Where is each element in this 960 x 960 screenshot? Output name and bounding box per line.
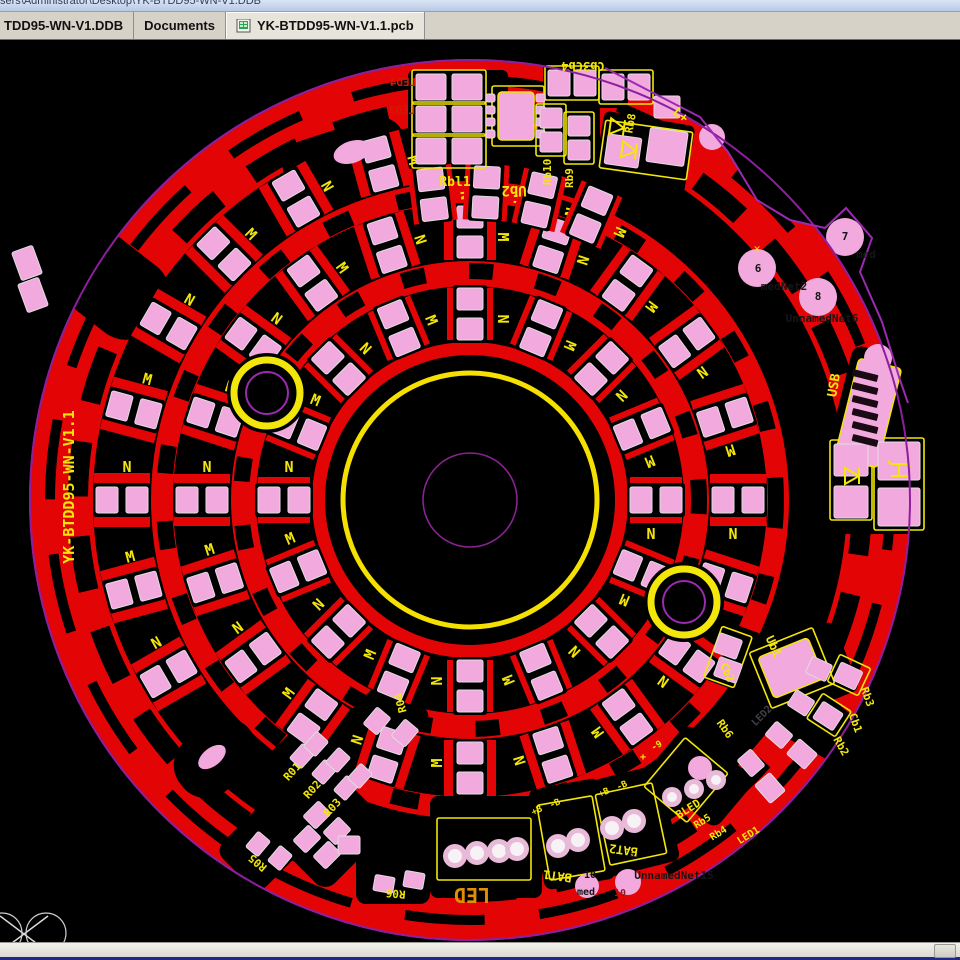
silkscreen-label: LED4 <box>389 76 416 89</box>
svg-text:N: N <box>494 314 512 323</box>
tab-ddb-document[interactable]: TDD95-WN-V1.DDB <box>0 12 134 39</box>
smd-pad <box>452 106 482 132</box>
pcb-canvas-svg[interactable]: NMNMNMNMNMNMNMNMNMNMNMNMNMNMNMNMNMNMNMNM… <box>0 40 960 942</box>
silkscreen-label: Rb9 <box>563 168 576 188</box>
net-label: med <box>577 887 595 898</box>
through-hole-center <box>689 784 699 794</box>
document-tab-bar: TDD95-WN-V1.DDB Documents YK-BTDD95-WN-V… <box>0 12 960 40</box>
smd-pad <box>486 118 495 126</box>
net-label: UnnamedNet15 <box>634 869 713 882</box>
through-hole-center <box>711 775 721 785</box>
smd-pad <box>403 870 425 889</box>
silkscreen-label: R06 <box>385 886 406 901</box>
through-hole-center <box>551 839 565 853</box>
round-pad <box>864 344 892 372</box>
net-label: 9 <box>629 852 635 863</box>
smd-pad <box>452 74 482 100</box>
net-label: 6 <box>755 262 762 275</box>
silkscreen-label: LED3 <box>389 104 416 117</box>
round-pad <box>699 124 725 150</box>
mounting-hole <box>644 562 724 642</box>
window-title-path-bar: sers\Administrator\Desktop\YK-BTDD95-WN-… <box>0 0 960 12</box>
smd-pad <box>540 108 562 128</box>
net-label: med <box>856 248 876 261</box>
svg-text:N: N <box>122 458 131 476</box>
through-hole-center <box>510 842 524 856</box>
tab-label: TDD95-WN-V1.DDB <box>4 18 123 33</box>
svg-text:N: N <box>428 676 446 685</box>
smd-pad <box>338 836 360 854</box>
scrollbar-thumb[interactable] <box>934 944 956 958</box>
smd-pad <box>568 116 590 136</box>
through-hole-center <box>605 821 619 835</box>
net-label: 10 <box>614 888 626 899</box>
smd-pad <box>416 138 446 164</box>
net-label: 10 <box>584 870 596 881</box>
net-label: 7 <box>842 230 849 243</box>
svg-text:N: N <box>284 458 293 476</box>
horizontal-scrollbar[interactable] <box>0 942 960 957</box>
silkscreen-label: ✕ <box>754 242 761 255</box>
center-black-disc <box>325 355 615 645</box>
silkscreen-label: YK-BTDD95-WN-V1.1 <box>60 410 78 564</box>
smd-pad <box>486 106 495 114</box>
through-hole-center <box>571 833 585 847</box>
smd-pad <box>834 486 868 518</box>
tab-label: YK-BTDD95-WN-V1.1.pcb <box>257 18 414 33</box>
through-hole-center <box>470 846 484 860</box>
title-path-text: sers\Administrator\Desktop\YK-BTDD95-WN-… <box>0 0 960 7</box>
through-hole-center <box>492 844 506 858</box>
smd-pad <box>646 128 688 167</box>
svg-text:M: M <box>494 232 512 241</box>
svg-text:N: N <box>202 458 211 476</box>
tab-pcb-document-active[interactable]: YK-BTDD95-WN-V1.1.pcb <box>226 12 425 39</box>
pcb-doc-icon <box>236 19 252 33</box>
through-hole-center <box>667 792 677 802</box>
through-hole-center <box>448 849 462 863</box>
silkscreen-label: + <box>640 752 646 763</box>
silkscreen-label: Rb10 <box>541 159 554 186</box>
svg-text:N: N <box>646 524 655 542</box>
smd-pad <box>452 138 482 164</box>
net-label: UnnamedNet6 <box>786 312 859 325</box>
svg-text:N: N <box>728 524 737 542</box>
tab-label: Documents <box>144 18 215 33</box>
smd-pad <box>416 106 446 132</box>
smd-pad <box>568 140 590 160</box>
net-label: medNet2 <box>761 280 807 293</box>
through-hole-center <box>627 814 641 828</box>
smd-pad <box>878 488 920 526</box>
smd-pad <box>416 74 446 100</box>
svg-text:M: M <box>428 758 446 767</box>
net-label: 8 <box>815 290 822 303</box>
smd-pad <box>486 130 495 138</box>
silkscreen-label: LED <box>454 883 490 907</box>
tab-documents[interactable]: Documents <box>134 12 226 39</box>
silkscreen-label: Cb3Cb4 <box>561 59 604 73</box>
ic-pad <box>498 92 534 140</box>
smd-pad <box>540 132 562 152</box>
silkscreen-label: Rbl1 <box>439 175 470 190</box>
silkscreen-label: Ub2 <box>501 182 526 198</box>
mounting-hole <box>227 353 307 433</box>
pcb-editor-canvas[interactable]: NMNMNMNMNMNMNMNMNMNMNMNMNMNMNMNMNMNMNMNM… <box>0 40 960 942</box>
smd-pad <box>536 94 545 102</box>
smd-pad <box>486 94 495 102</box>
